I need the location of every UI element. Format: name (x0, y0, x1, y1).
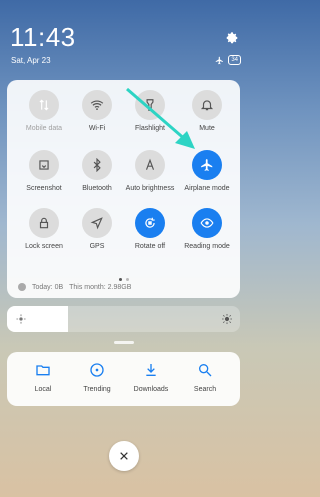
tile-auto-brightness[interactable]: Auto brightness (120, 150, 180, 192)
brightness-low-icon (16, 314, 26, 324)
trending-icon (90, 363, 104, 377)
shortcuts-card: Local Trending Downloads Search (7, 352, 240, 406)
tile-label: Mobile data (25, 125, 63, 132)
lock-icon (29, 208, 59, 238)
data-usage-month: This month: 2.98GB (69, 283, 132, 291)
close-button[interactable] (109, 441, 139, 471)
shortcut-label: Local (34, 386, 52, 393)
tile-bluetooth[interactable]: Bluetooth (67, 150, 127, 192)
tile-label: Rotate off (134, 243, 166, 250)
tile-label: Airplane mode (184, 185, 230, 192)
screenshot-icon (29, 150, 59, 180)
shortcut-label: Downloads (133, 386, 169, 393)
tile-screenshot[interactable]: Screenshot (14, 150, 74, 192)
tile-label: Screenshot (26, 185, 62, 192)
tile-lock-screen[interactable]: Lock screen (14, 208, 74, 250)
gps-icon (82, 208, 112, 238)
mobile-data-icon (29, 90, 59, 120)
system-icons: 34 (215, 55, 241, 65)
brightness-slider[interactable] (7, 306, 240, 332)
tile-wi-fi[interactable]: Wi-Fi (67, 90, 127, 132)
rotate-icon (135, 208, 165, 238)
shortcut-downloads[interactable]: Downloads (123, 362, 179, 393)
tile-label: GPS (89, 243, 105, 250)
bluetooth-icon (82, 150, 112, 180)
clock-icon (18, 283, 26, 291)
shortcut-search[interactable]: Search (177, 362, 233, 393)
shortcut-label: Trending (83, 386, 111, 393)
shortcut-local[interactable]: Local (15, 362, 71, 393)
wifi-icon (82, 90, 112, 120)
brightness-high-icon (222, 314, 232, 324)
tile-label: Auto brightness (125, 185, 175, 192)
shortcut-trending[interactable]: Trending (69, 362, 125, 393)
tile-gps[interactable]: GPS (67, 208, 127, 250)
tile-label: Wi-Fi (88, 125, 106, 132)
clock-time: 11:43 (10, 22, 76, 52)
tile-label: Reading mode (184, 243, 230, 250)
tile-airplane-mode[interactable]: Airplane mode (177, 150, 237, 192)
tile-mobile-data[interactable]: Mobile data (14, 90, 74, 132)
page-dot-2[interactable] (125, 278, 129, 281)
tile-reading-mode[interactable]: Reading mode (177, 208, 237, 250)
folder-icon (36, 365, 50, 376)
drag-handle[interactable] (114, 341, 134, 344)
annotation-arrow (126, 87, 195, 149)
tile-label: Bluetooth (82, 185, 112, 192)
date-label: Sat, Apr 23 (11, 56, 51, 65)
battery-indicator: 34 (228, 55, 241, 65)
tile-rotate-off[interactable]: Rotate off (120, 208, 180, 250)
data-usage: Today: 0B This month: 2.98GB (18, 283, 131, 291)
close-icon (120, 452, 128, 460)
airplane-icon (216, 56, 224, 64)
download-icon (146, 364, 156, 376)
tile-label: Lock screen (25, 243, 63, 250)
page-dot-1[interactable] (118, 278, 122, 281)
search-icon (199, 364, 212, 377)
data-usage-today: Today: 0B (32, 283, 64, 291)
status-bar: 11:43 Sat, Apr 23 34 (0, 0, 249, 80)
shortcut-label: Search (193, 386, 217, 393)
gear-icon[interactable] (225, 30, 239, 44)
eye-icon (192, 208, 222, 238)
